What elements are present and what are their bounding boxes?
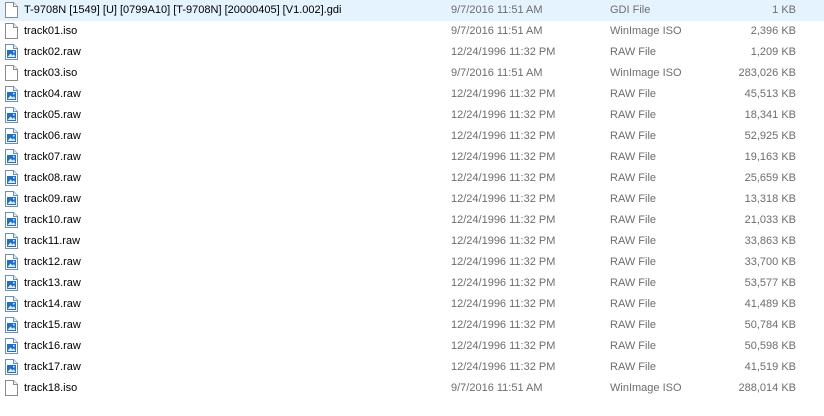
file-name: track01.iso [24, 25, 78, 37]
file-date-modified: 9/7/2016 11:51 AM [451, 382, 543, 394]
file-date-modified: 12/24/1996 11:32 PM [451, 193, 556, 205]
file-date-modified: 12/24/1996 11:32 PM [451, 151, 556, 163]
file-date-modified: 9/7/2016 11:51 AM [451, 4, 543, 16]
file-row[interactable]: track01.iso 9/7/2016 11:51 AM WinImage I… [0, 21, 824, 42]
file-date-modified: 12/24/1996 11:32 PM [451, 256, 556, 268]
file-size: 13,318 KB [744, 193, 796, 205]
file-date-modified: 12/24/1996 11:32 PM [451, 88, 556, 100]
file-row[interactable]: track07.raw 12/24/1996 11:32 PM RAW File… [0, 147, 824, 168]
file-date-modified: 9/7/2016 11:51 AM [451, 25, 543, 37]
file-name: track02.raw [24, 46, 81, 58]
raw-image-file-icon [5, 149, 18, 165]
file-date-modified: 12/24/1996 11:32 PM [451, 235, 556, 247]
file-name: track08.raw [24, 172, 81, 184]
file-name: track09.raw [24, 193, 81, 205]
file-row[interactable]: T-9708N [1549] [U] [0799A10] [T-9708N] [… [0, 0, 824, 21]
raw-image-file-icon [5, 128, 18, 144]
file-list: T-9708N [1549] [U] [0799A10] [T-9708N] [… [0, 0, 824, 416]
file-row[interactable]: track12.raw 12/24/1996 11:32 PM RAW File… [0, 252, 824, 273]
generic-file-icon [5, 23, 18, 39]
file-row[interactable]: track08.raw 12/24/1996 11:32 PM RAW File… [0, 168, 824, 189]
file-row[interactable]: track03.iso 9/7/2016 11:51 AM WinImage I… [0, 63, 824, 84]
raw-image-file-icon [5, 44, 18, 60]
raw-image-file-icon [5, 338, 18, 354]
file-size: 41,519 KB [744, 361, 796, 373]
file-size: 1,209 KB [750, 46, 796, 58]
file-date-modified: 12/24/1996 11:32 PM [451, 361, 556, 373]
file-date-modified: 12/24/1996 11:32 PM [451, 277, 556, 289]
file-date-modified: 12/24/1996 11:32 PM [451, 319, 556, 331]
file-size: 52,925 KB [744, 130, 796, 142]
file-size: 33,863 KB [744, 235, 796, 247]
generic-file-icon [5, 2, 18, 18]
file-size: 288,014 KB [738, 382, 797, 394]
file-row[interactable]: track15.raw 12/24/1996 11:32 PM RAW File… [0, 315, 824, 336]
raw-image-file-icon [5, 233, 18, 249]
raw-image-file-icon [5, 107, 18, 123]
raw-image-file-icon [5, 254, 18, 270]
file-name: track16.raw [24, 340, 81, 352]
file-size: 25,659 KB [744, 172, 796, 184]
file-size: 50,598 KB [744, 340, 796, 352]
file-row[interactable]: track09.raw 12/24/1996 11:32 PM RAW File… [0, 189, 824, 210]
file-name: track12.raw [24, 256, 81, 268]
raw-image-file-icon [5, 359, 18, 375]
file-row[interactable]: track16.raw 12/24/1996 11:32 PM RAW File… [0, 336, 824, 357]
file-size: 18,341 KB [744, 109, 796, 121]
raw-image-file-icon [5, 86, 18, 102]
file-name: track18.iso [24, 382, 78, 394]
file-size: 50,784 KB [744, 319, 796, 331]
file-name: track15.raw [24, 319, 81, 331]
file-date-modified: 12/24/1996 11:32 PM [451, 172, 556, 184]
file-name: track06.raw [24, 130, 81, 142]
file-date-modified: 9/7/2016 11:51 AM [451, 67, 543, 79]
file-name: track14.raw [24, 298, 81, 310]
raw-image-file-icon [5, 191, 18, 207]
file-date-modified: 12/24/1996 11:32 PM [451, 298, 556, 310]
file-size: 33,700 KB [744, 256, 796, 268]
file-size: 1 KB [772, 4, 796, 16]
file-size: 2,396 KB [750, 25, 796, 37]
raw-image-file-icon [5, 296, 18, 312]
file-name: track13.raw [24, 277, 81, 289]
raw-image-file-icon [5, 317, 18, 333]
generic-file-icon [5, 65, 18, 81]
file-size: 53,577 KB [744, 277, 796, 289]
file-size: 283,026 KB [738, 67, 797, 79]
file-row[interactable]: track13.raw 12/24/1996 11:32 PM RAW File… [0, 273, 824, 294]
file-name: track17.raw [24, 361, 81, 373]
file-row[interactable]: track14.raw 12/24/1996 11:32 PM RAW File… [0, 294, 824, 315]
file-row[interactable]: track18.iso 9/7/2016 11:51 AM WinImage I… [0, 378, 824, 399]
file-size: 45,513 KB [744, 88, 796, 100]
file-name: track03.iso [24, 67, 78, 79]
file-name: track07.raw [24, 151, 81, 163]
file-size: 41,489 KB [744, 298, 796, 310]
file-row[interactable]: track05.raw 12/24/1996 11:32 PM RAW File… [0, 105, 824, 126]
file-date-modified: 12/24/1996 11:32 PM [451, 214, 556, 226]
file-name: track04.raw [24, 88, 81, 100]
file-row[interactable]: track17.raw 12/24/1996 11:32 PM RAW File… [0, 357, 824, 378]
file-row[interactable]: track02.raw 12/24/1996 11:32 PM RAW File… [0, 42, 824, 63]
file-name: T-9708N [1549] [U] [0799A10] [T-9708N] [… [24, 4, 342, 16]
file-row[interactable]: track04.raw 12/24/1996 11:32 PM RAW File… [0, 84, 824, 105]
file-row[interactable]: track11.raw 12/24/1996 11:32 PM RAW File… [0, 231, 824, 252]
file-size: 19,163 KB [744, 151, 796, 163]
raw-image-file-icon [5, 170, 18, 186]
file-size: 21,033 KB [744, 214, 796, 226]
file-date-modified: 12/24/1996 11:32 PM [451, 109, 556, 121]
file-name: track10.raw [24, 214, 81, 226]
raw-image-file-icon [5, 275, 18, 291]
file-row[interactable]: track06.raw 12/24/1996 11:32 PM RAW File… [0, 126, 824, 147]
file-name: track11.raw [24, 235, 81, 247]
file-row[interactable]: track10.raw 12/24/1996 11:32 PM RAW File… [0, 210, 824, 231]
file-date-modified: 12/24/1996 11:32 PM [451, 46, 556, 58]
file-name: track05.raw [24, 109, 81, 121]
file-date-modified: 12/24/1996 11:32 PM [451, 130, 556, 142]
file-date-modified: 12/24/1996 11:32 PM [451, 340, 556, 352]
raw-image-file-icon [5, 212, 18, 228]
generic-file-icon [5, 380, 18, 396]
